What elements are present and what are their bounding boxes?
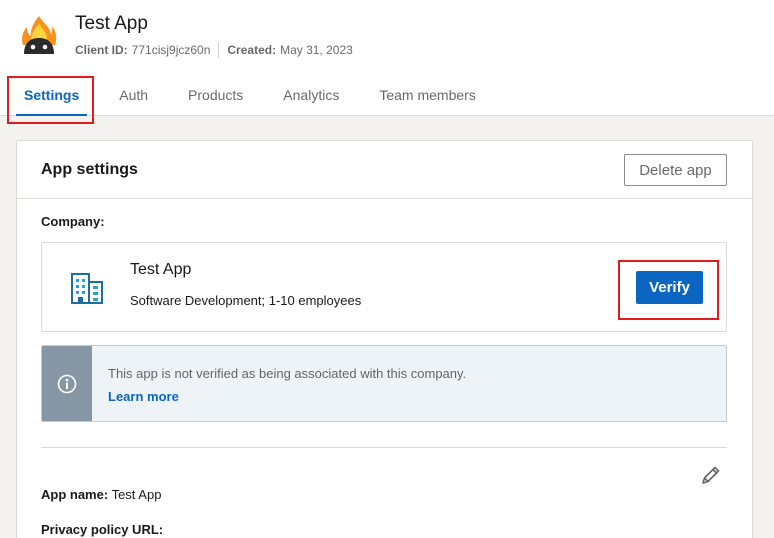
learn-more-link[interactable]: Learn more [108,389,179,404]
building-icon [71,273,103,304]
pencil-edit-icon[interactable] [700,464,722,486]
app-name-value: Test App [111,487,162,502]
card-header: App settings Delete app [17,141,752,199]
app-header: Test App Client ID: 771cisj9jcz60n Creat… [0,0,774,124]
privacy-policy-field: Privacy policy URL: [41,522,163,537]
verify-button[interactable]: Verify [636,271,703,304]
company-box: Test App Software Development; 1-10 empl… [41,242,727,332]
client-id-label: Client ID: [75,43,128,57]
tab-team-members[interactable]: Team members [363,76,491,116]
notice-text: This app is not verified as being associ… [108,366,467,381]
company-label: Company: [41,214,105,229]
app-meta: Client ID: 771cisj9jcz60n Created: May 3… [75,42,353,58]
created-value: May 31, 2023 [280,43,353,57]
card-title: App settings [41,161,138,178]
app-title: Test App [75,13,148,34]
tab-products[interactable]: Products [172,76,259,116]
section-divider [41,447,727,448]
notice-side-bar [42,346,92,421]
delete-app-button[interactable]: Delete app [624,154,727,186]
tab-analytics[interactable]: Analytics [267,76,355,116]
tab-settings[interactable]: Settings [8,76,95,116]
created-label: Created: [227,43,277,57]
client-id-value: 771cisj9jcz60n [131,43,211,57]
company-name: Test App [130,261,192,278]
verification-notice: This app is not verified as being associ… [41,345,727,422]
fire-robot-logo-icon [22,16,57,54]
tab-bar: Settings Auth Products Analytics Team me… [8,76,500,116]
app-name-field: App name: Test App [41,487,161,502]
meta-divider [218,42,220,58]
tab-auth[interactable]: Auth [103,76,164,116]
app-settings-card: App settings Delete app Company: Test Ap… [16,140,753,538]
info-icon [57,374,77,394]
privacy-policy-label: Privacy policy URL: [41,522,164,537]
app-name-label: App name: [41,487,109,502]
company-description: Software Development; 1-10 employees [130,293,362,308]
